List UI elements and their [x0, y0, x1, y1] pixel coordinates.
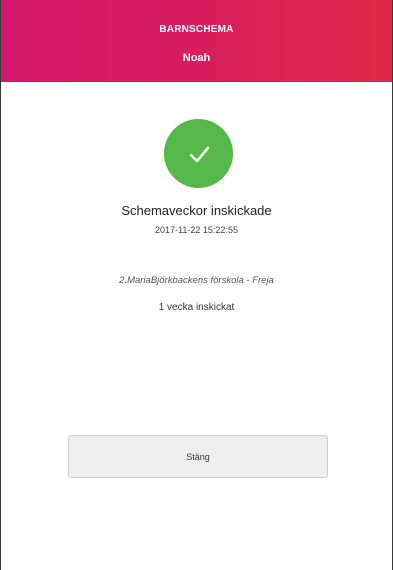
child-name: Noah — [182, 52, 211, 64]
app-screen: BARNSCHEMA Noah Schemaveckor inskickade … — [0, 0, 393, 570]
status-title: Schemaveckor inskickade — [121, 203, 272, 218]
success-badge — [164, 119, 233, 188]
close-button[interactable]: Stäng — [68, 435, 328, 478]
app-header: BARNSCHEMA Noah — [1, 0, 392, 82]
school-name: 2.MariaBjörkbackens förskola - Freja — [119, 275, 274, 286]
app-title: BARNSCHEMA — [159, 24, 234, 35]
submission-timestamp: 2017-11-22 15:22:55 — [155, 225, 238, 235]
check-icon — [189, 146, 209, 162]
weeks-sent-count: 1 vecka inskickat — [158, 302, 235, 313]
